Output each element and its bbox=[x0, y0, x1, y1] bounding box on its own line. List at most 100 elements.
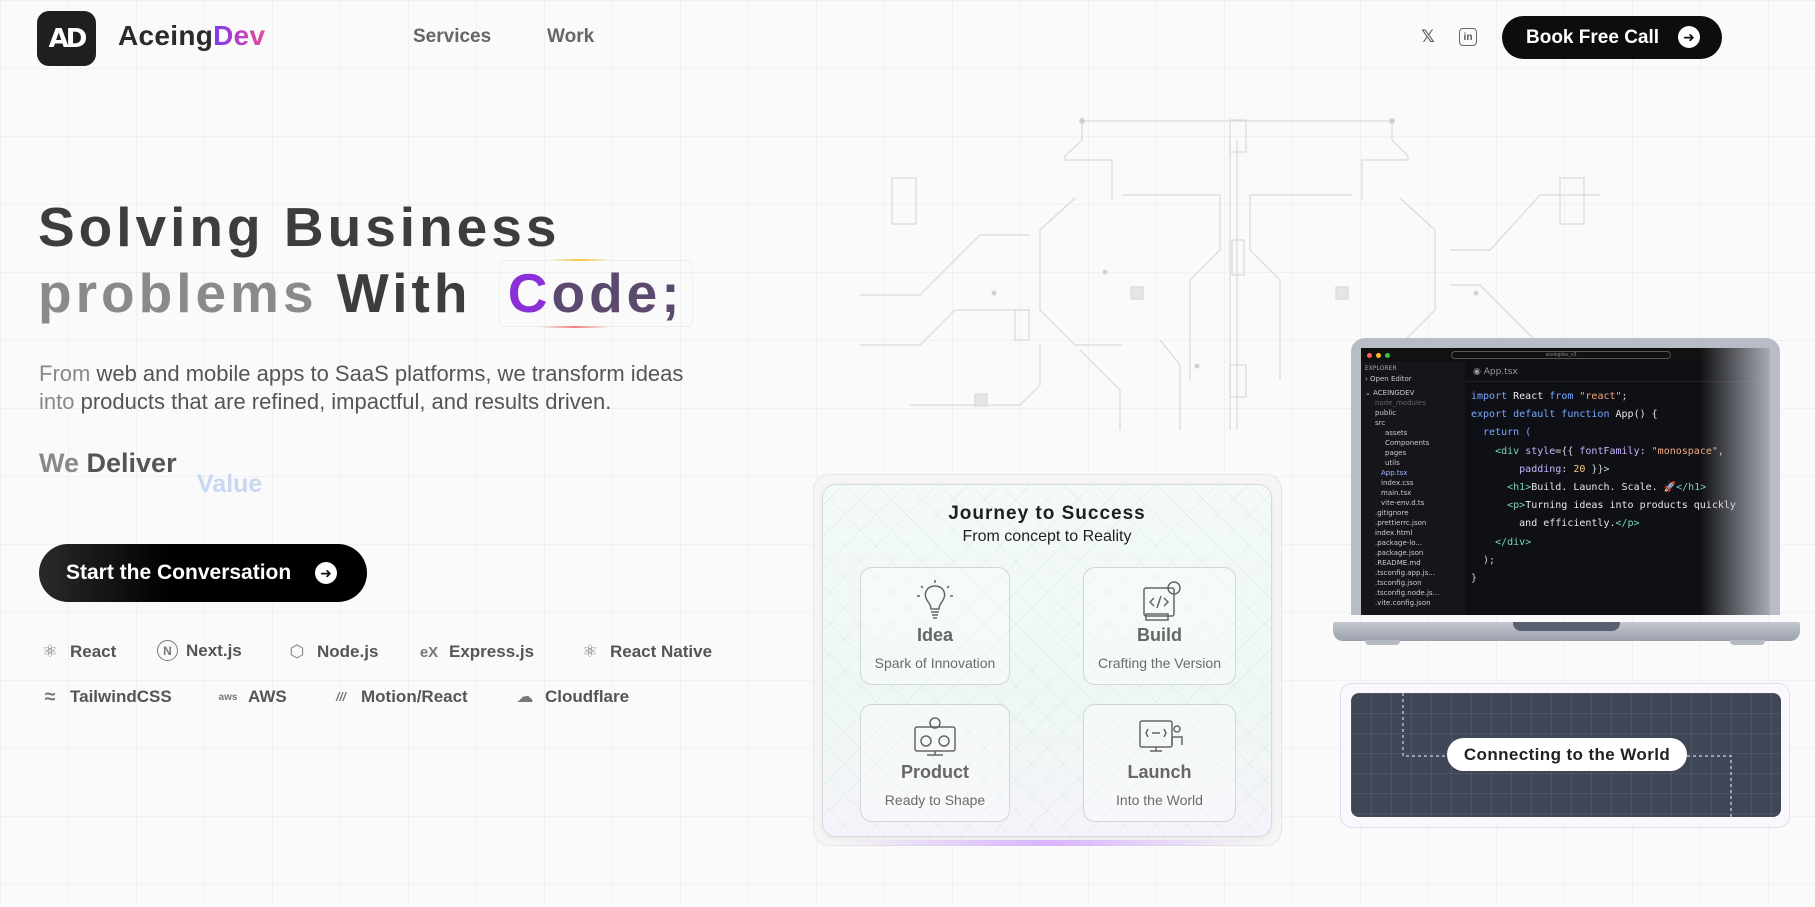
step-build: Build Crafting the Version bbox=[1083, 567, 1236, 685]
brand-name[interactable]: AceingDev bbox=[118, 20, 265, 52]
tech-item-aws: aws AWS bbox=[216, 685, 287, 709]
tech-label: Node.js bbox=[317, 642, 379, 661]
file-row: vite-env.d.ts bbox=[1381, 499, 1425, 507]
tech-item-react: ⚛ React bbox=[38, 640, 116, 664]
code-highlight-c: C bbox=[507, 262, 552, 324]
code-token: : bbox=[1639, 445, 1652, 457]
code-token: return ( bbox=[1471, 427, 1532, 439]
code-token: padding bbox=[1471, 463, 1562, 475]
nav-services[interactable]: Services bbox=[413, 26, 491, 48]
laptop-foot bbox=[1730, 640, 1765, 645]
file-row: .tsconfig.app.js... bbox=[1375, 569, 1435, 577]
file-row: .package.json bbox=[1375, 549, 1424, 557]
file-explorer: EXPLORER › Open Editor ⌄ ACEINGDEV node_… bbox=[1361, 362, 1465, 615]
step-desc: Spark of Innovation bbox=[874, 655, 996, 671]
step-launch: Launch Into the World bbox=[1083, 704, 1236, 822]
react-native-icon: ⚛ bbox=[582, 642, 598, 661]
journey-card: Journey to Success From concept to Reali… bbox=[822, 484, 1272, 837]
file-row: .README.md bbox=[1375, 559, 1421, 567]
linkedin-icon[interactable]: in bbox=[1459, 28, 1477, 46]
code-token: 20 bbox=[1573, 463, 1586, 475]
step-name: Idea bbox=[916, 625, 954, 645]
x-twitter-icon[interactable]: 𝕏 bbox=[1417, 26, 1439, 48]
hero-title-dim-word: problems bbox=[38, 262, 318, 324]
express-icon: eX bbox=[419, 643, 439, 661]
journey-glow bbox=[840, 840, 1255, 846]
motion-icon: /// bbox=[335, 690, 346, 704]
hero-sub-line-2: products that are refined, impactful, an… bbox=[74, 389, 612, 414]
hero-sub-line-2-lead: into bbox=[39, 389, 75, 414]
nodejs-icon: ⬡ bbox=[289, 642, 305, 661]
monitor-gear-icon bbox=[914, 717, 956, 756]
tech-item-nodejs: ⬡ Node.js bbox=[285, 640, 379, 664]
file-row: .gitignore bbox=[1375, 509, 1409, 517]
code-token: ={{ bbox=[1555, 445, 1580, 457]
brand-accent: Dev bbox=[213, 20, 266, 51]
step-idea: Idea Spark of Innovation bbox=[860, 567, 1010, 685]
deliver-we: We bbox=[39, 448, 80, 478]
tech-label: Motion/React bbox=[361, 687, 468, 706]
editor-search-bar: aceingdev_v3 bbox=[1451, 351, 1671, 359]
step-desc: Into the World bbox=[1116, 792, 1203, 808]
deliver-rotating-word: Value bbox=[197, 470, 263, 498]
file-row: index.css bbox=[1381, 479, 1414, 487]
logo[interactable]: AD bbox=[37, 11, 96, 66]
editor-search-text: aceingdev_v3 bbox=[1545, 352, 1577, 358]
code-token: }}> bbox=[1585, 463, 1610, 475]
tech-item-motion: /// Motion/React bbox=[329, 685, 468, 709]
code-token: export default function bbox=[1471, 409, 1610, 421]
file-row: index.html bbox=[1375, 529, 1413, 537]
code-token: "react" bbox=[1573, 391, 1622, 402]
react-icon: ⚛ bbox=[42, 642, 58, 661]
code-highlight-rest: ode; bbox=[551, 262, 684, 324]
file-row: assets bbox=[1385, 429, 1408, 437]
hero-title-line-2: problems With Code; bbox=[38, 259, 693, 328]
editor-tab-label: App.tsx bbox=[1483, 366, 1518, 377]
tech-item-react-native: ⚛ React Native bbox=[578, 640, 712, 664]
arrow-right-icon: ➜ bbox=[315, 562, 337, 584]
hero-sub-lead: From bbox=[39, 361, 91, 386]
step-desc: Crafting the Version bbox=[1098, 655, 1221, 671]
file-row: .package-lo... bbox=[1375, 539, 1423, 547]
nextjs-icon: N bbox=[157, 640, 178, 661]
code-token: <h1> bbox=[1471, 482, 1532, 494]
code-token: } bbox=[1471, 573, 1478, 585]
step-name: Launch bbox=[1127, 762, 1192, 782]
nav-work[interactable]: Work bbox=[547, 26, 594, 48]
hero-title-with: With bbox=[317, 262, 472, 324]
code-token: from bbox=[1549, 391, 1574, 402]
tech-label: React bbox=[70, 642, 117, 661]
deliver-rest: Deliver bbox=[79, 448, 177, 478]
journey-title: Journey to Success bbox=[948, 503, 1146, 524]
code-token: import bbox=[1471, 391, 1508, 402]
we-deliver-heading: We Deliver bbox=[39, 448, 177, 479]
hero-title: Solving Business problems With Code; bbox=[38, 195, 693, 328]
code-token: Build. Launch. Scale. 🚀 bbox=[1531, 482, 1677, 494]
code-token: App() { bbox=[1609, 409, 1658, 421]
explorer-title: EXPLORER bbox=[1365, 365, 1397, 372]
arrow-right-icon: ➜ bbox=[1678, 26, 1700, 48]
file-row: pages bbox=[1385, 449, 1407, 457]
tech-item-cloudflare: ☁ Cloudflare bbox=[513, 685, 630, 709]
tech-item-tailwind: ≈ TailwindCSS bbox=[38, 685, 172, 709]
code-token: React bbox=[1507, 391, 1550, 402]
start-conversation-button[interactable]: Start the Conversation ➜ bbox=[39, 544, 367, 602]
window-close-dot bbox=[1367, 352, 1372, 358]
code-editor: aceingdev_v3 EXPLORER › Open Editor ⌄ AC… bbox=[1361, 348, 1770, 615]
tech-label: AWS bbox=[248, 687, 287, 706]
file-row: .vite.config.json bbox=[1375, 599, 1431, 607]
tech-label: React Native bbox=[610, 642, 713, 661]
logo-mark: AD bbox=[48, 23, 88, 54]
tailwind-icon: ≈ bbox=[44, 685, 56, 708]
code-token: <p> bbox=[1471, 500, 1526, 512]
window-maximize-dot bbox=[1385, 352, 1390, 358]
file-row: utils bbox=[1385, 459, 1400, 467]
code-token: ; bbox=[1621, 391, 1628, 402]
brand-main: Aceing bbox=[118, 20, 214, 51]
project-row: ⌄ ACEINGDEV bbox=[1365, 389, 1415, 397]
tech-item-express: eX Express.js bbox=[417, 640, 534, 664]
hero-title-line-1: Solving Business bbox=[38, 196, 561, 258]
book-free-call-button[interactable]: Book Free Call ➜ bbox=[1502, 16, 1722, 59]
site-header: AD AceingDev Services Work 𝕏 in Book Fre… bbox=[0, 0, 1815, 75]
file-row: .prettierrc.json bbox=[1375, 519, 1427, 527]
